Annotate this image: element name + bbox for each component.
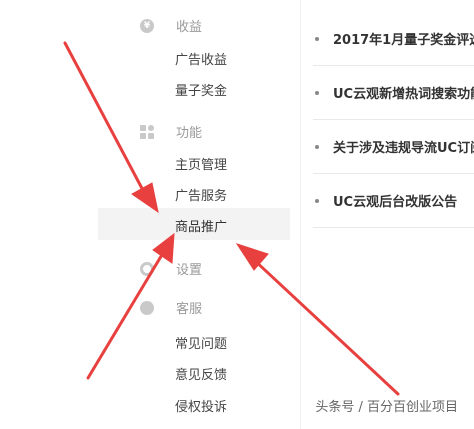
section-title-settings: 设置 <box>176 263 203 278</box>
section-title-features: 功能 <box>176 126 203 141</box>
headset-icon <box>140 300 154 315</box>
bullet-icon <box>315 199 319 203</box>
yen-circle-icon: ¥ <box>140 18 154 33</box>
panel-divider <box>300 0 301 429</box>
sidebar-item-infringement-complaint[interactable]: 侵权投诉 <box>175 396 227 415</box>
list-item[interactable]: 2017年1月量子奖金评选 <box>313 12 474 66</box>
sidebar-nav: ¥ 收益 广告收益 量子奖金 功能 主页管理 广告服务 商品推广 设置 客服 常… <box>0 0 300 429</box>
sidebar-item-quantum-bonus[interactable]: 量子奖金 <box>175 80 227 99</box>
section-title-support: 客服 <box>176 302 203 317</box>
sidebar-item-homepage-management[interactable]: 主页管理 <box>175 154 227 173</box>
list-item[interactable]: 关于涉及违规导流UC订阅号 <box>313 120 474 174</box>
watermark: 头条号 / 百分百创业项目 <box>315 400 458 415</box>
section-title-earnings: 收益 <box>176 20 203 35</box>
section-earnings: ¥ 收益 <box>140 16 202 35</box>
sidebar-item-label: 商品推广 <box>175 220 228 235</box>
bullet-icon <box>315 145 319 149</box>
announcement-list: 2017年1月量子奖金评选 UC云观新增热词搜索功能 关于涉及违规导流UC订阅号… <box>313 12 474 228</box>
announcement-title: UC云观后台改版公告 <box>333 195 458 210</box>
announcement-title: 2017年1月量子奖金评选 <box>333 33 474 48</box>
sidebar-item-feedback[interactable]: 意见反馈 <box>175 364 227 383</box>
list-item[interactable]: UC云观新增热词搜索功能 <box>313 66 474 120</box>
section-settings[interactable]: 设置 <box>140 259 202 278</box>
grid-icon <box>140 124 154 139</box>
gear-icon <box>140 261 154 276</box>
sidebar-item-product-promotion[interactable]: 商品推广 <box>98 208 290 240</box>
announcement-title: 关于涉及违规导流UC订阅号 <box>333 141 474 156</box>
section-features: 功能 <box>140 122 202 141</box>
bullet-icon <box>315 91 319 95</box>
sidebar-item-ad-revenue[interactable]: 广告收益 <box>175 49 227 68</box>
sidebar-item-ad-services[interactable]: 广告服务 <box>175 185 227 204</box>
section-support: 客服 <box>140 298 202 317</box>
list-item[interactable]: UC云观后台改版公告 <box>313 174 474 228</box>
announcement-title: UC云观新增热词搜索功能 <box>333 87 474 102</box>
bullet-icon <box>315 37 319 41</box>
sidebar-item-faq[interactable]: 常见问题 <box>175 333 227 352</box>
